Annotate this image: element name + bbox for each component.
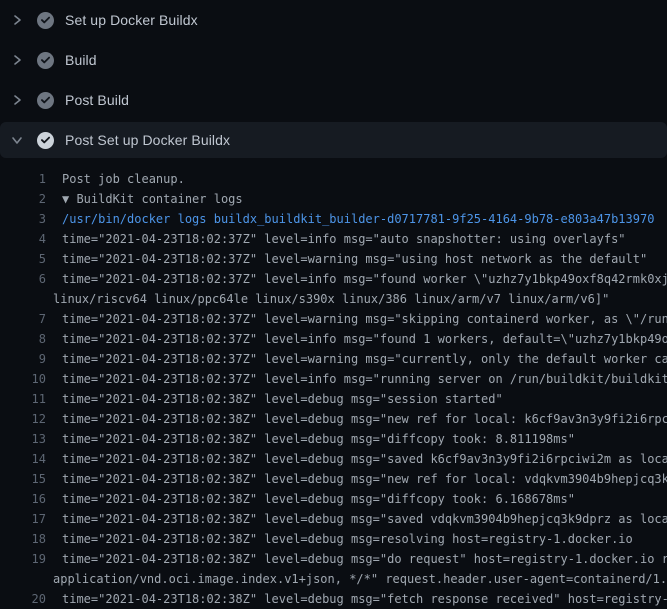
log-line-row: 14 time="2021-04-23T18:02:38Z" level=debu… bbox=[0, 449, 667, 469]
log-text: time="2021-04-23T18:02:38Z" level=debug … bbox=[53, 389, 667, 409]
log-line-number[interactable]: 19 bbox=[0, 549, 46, 569]
log-text: linux/riscv64 linux/ppc64le linux/s390x … bbox=[53, 289, 667, 309]
log-line-row: application/vnd.oci.image.index.v1+json,… bbox=[0, 569, 667, 589]
log-line-number[interactable]: 4 bbox=[0, 229, 46, 249]
log-line-row: 20 time="2021-04-23T18:02:38Z" level=debu… bbox=[0, 589, 667, 609]
log-line-row: 9 time="2021-04-23T18:02:37Z" level=warni… bbox=[0, 349, 667, 369]
log-line-number[interactable]: 8 bbox=[0, 329, 46, 349]
log-line-row: 8 time="2021-04-23T18:02:37Z" level=info … bbox=[0, 329, 667, 349]
log-text: time="2021-04-23T18:02:38Z" level=debug … bbox=[53, 529, 667, 549]
log-line-number bbox=[0, 289, 46, 309]
log-line-number[interactable]: 17 bbox=[0, 509, 46, 529]
log-text: time="2021-04-23T18:02:37Z" level=warnin… bbox=[53, 249, 667, 269]
log-group-title: BuildKit container logs bbox=[76, 192, 242, 206]
log-line-number[interactable]: 15 bbox=[0, 469, 46, 489]
log-line-row: 3/usr/bin/docker logs buildx_buildkit_bu… bbox=[0, 209, 667, 229]
log-line-row: 2 ▼ BuildKit container logs bbox=[0, 189, 667, 209]
step-header-post-set-up-docker-buildx[interactable]: Post Set up Docker Buildx bbox=[0, 122, 667, 158]
step-header-build[interactable]: Build bbox=[0, 40, 667, 80]
log-line-number[interactable]: 7 bbox=[0, 309, 46, 329]
log-text: time="2021-04-23T18:02:38Z" level=debug … bbox=[53, 589, 667, 609]
log-line-row: 18 time="2021-04-23T18:02:38Z" level=debu… bbox=[0, 529, 667, 549]
log-line-number[interactable]: 1 bbox=[0, 169, 46, 189]
log-lines: 1 Post job cleanup. 2 ▼ BuildKit container … bbox=[0, 160, 667, 609]
step-header-set-up-docker-buildx[interactable]: Set up Docker Buildx bbox=[0, 0, 667, 40]
log-line-number[interactable]: 18 bbox=[0, 529, 46, 549]
log-text: time="2021-04-23T18:02:37Z" level=info m… bbox=[53, 369, 667, 389]
log-line-number[interactable]: 6 bbox=[0, 269, 46, 289]
log-line-row: 17 time="2021-04-23T18:02:38Z" level=debu… bbox=[0, 509, 667, 529]
step-header-post-build[interactable]: Post Build bbox=[0, 80, 667, 120]
chevron-right-icon[interactable] bbox=[11, 54, 23, 66]
step-success-check-icon bbox=[37, 132, 54, 149]
step-label: Set up Docker Buildx bbox=[65, 12, 198, 28]
log-line-row: 1 Post job cleanup. bbox=[0, 169, 667, 189]
log-command-text: /usr/bin/docker logs buildx_buildkit_bui… bbox=[53, 209, 667, 229]
log-line-number[interactable]: 5 bbox=[0, 249, 46, 269]
log-line-number[interactable]: 9 bbox=[0, 349, 46, 369]
log-line-row: 4 time="2021-04-23T18:02:37Z" level=info … bbox=[0, 229, 667, 249]
step-success-check-icon bbox=[37, 12, 54, 29]
log-line-number[interactable]: 2 bbox=[0, 189, 46, 209]
log-line-row: 10 time="2021-04-23T18:02:37Z" level=info… bbox=[0, 369, 667, 389]
log-text: time="2021-04-23T18:02:38Z" level=debug … bbox=[53, 409, 667, 429]
chevron-right-icon[interactable] bbox=[11, 94, 23, 106]
log-line-row: 6 time="2021-04-23T18:02:37Z" level=info … bbox=[0, 269, 667, 289]
log-line-row: 13 time="2021-04-23T18:02:38Z" level=debu… bbox=[0, 429, 667, 449]
log-text: time="2021-04-23T18:02:37Z" level=warnin… bbox=[53, 349, 667, 369]
step-success-check-icon bbox=[37, 92, 54, 109]
log-text: time="2021-04-23T18:02:38Z" level=debug … bbox=[53, 549, 667, 569]
log-line-row: 15 time="2021-04-23T18:02:38Z" level=debu… bbox=[0, 469, 667, 489]
chevron-right-icon[interactable] bbox=[11, 14, 23, 26]
log-text: time="2021-04-23T18:02:38Z" level=debug … bbox=[53, 469, 667, 489]
step-label: Post Set up Docker Buildx bbox=[65, 132, 230, 148]
log-line-number[interactable]: 16 bbox=[0, 489, 46, 509]
log-text: time="2021-04-23T18:02:38Z" level=debug … bbox=[53, 489, 667, 509]
log-text: time="2021-04-23T18:02:37Z" level=info m… bbox=[53, 329, 667, 349]
log-line-number[interactable]: 14 bbox=[0, 449, 46, 469]
log-line-number[interactable]: 12 bbox=[0, 409, 46, 429]
log-text: time="2021-04-23T18:02:38Z" level=debug … bbox=[53, 429, 667, 449]
log-text: time="2021-04-23T18:02:38Z" level=debug … bbox=[53, 449, 667, 469]
log-group-caret-icon[interactable]: ▼ bbox=[62, 192, 76, 206]
log-line-number[interactable]: 20 bbox=[0, 589, 46, 609]
step-label: Build bbox=[65, 52, 97, 68]
log-line-row: linux/riscv64 linux/ppc64le linux/s390x … bbox=[0, 289, 667, 309]
log-line-number[interactable]: 13 bbox=[0, 429, 46, 449]
log-text: ▼ BuildKit container logs bbox=[53, 189, 667, 209]
step-success-check-icon bbox=[37, 52, 54, 69]
log-line-row: 12 time="2021-04-23T18:02:38Z" level=debu… bbox=[0, 409, 667, 429]
log-text: time="2021-04-23T18:02:37Z" level=info m… bbox=[53, 229, 667, 249]
chevron-down-icon[interactable] bbox=[11, 134, 23, 146]
log-text: application/vnd.oci.image.index.v1+json,… bbox=[53, 569, 667, 589]
log-line-number[interactable]: 3 bbox=[0, 209, 46, 229]
log-text: time="2021-04-23T18:02:37Z" level=warnin… bbox=[53, 309, 667, 329]
log-text: time="2021-04-23T18:02:38Z" level=debug … bbox=[53, 509, 667, 529]
log-line-row: 19 time="2021-04-23T18:02:38Z" level=debu… bbox=[0, 549, 667, 569]
log-line-row: 16 time="2021-04-23T18:02:38Z" level=debu… bbox=[0, 489, 667, 509]
log-line-row: 7 time="2021-04-23T18:02:37Z" level=warni… bbox=[0, 309, 667, 329]
log-line-number[interactable]: 11 bbox=[0, 389, 46, 409]
log-text: time="2021-04-23T18:02:37Z" level=info m… bbox=[53, 269, 667, 289]
step-label: Post Build bbox=[65, 92, 129, 108]
steps-list: Set up Docker Buildx Build bbox=[0, 0, 667, 158]
log-line-number[interactable]: 10 bbox=[0, 369, 46, 389]
log-line-row: 11 time="2021-04-23T18:02:38Z" level=debu… bbox=[0, 389, 667, 409]
log-line-number bbox=[0, 569, 46, 589]
log-text: Post job cleanup. bbox=[53, 169, 667, 189]
log-line-row: 5 time="2021-04-23T18:02:37Z" level=warni… bbox=[0, 249, 667, 269]
